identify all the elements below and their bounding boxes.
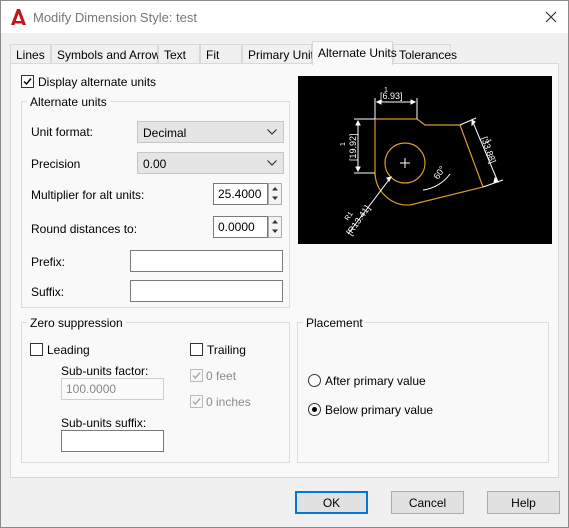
preview-geometry bbox=[374, 118, 484, 206]
dimension-preview: 1 [6.93] 1 [19.92] 1 [33.88] 60° R1 [R13… bbox=[298, 76, 552, 244]
tab-label: Alternate Units bbox=[318, 46, 397, 60]
placement-group-title: Placement bbox=[303, 316, 366, 330]
zero-suppression-group-title: Zero suppression bbox=[27, 316, 126, 330]
subunits-factor-label: Sub-units factor: bbox=[61, 364, 149, 378]
dialog-window: Modify Dimension Style: test Lines Symbo… bbox=[0, 0, 569, 528]
after-primary-value-radio[interactable] bbox=[308, 374, 321, 387]
title-bar: Modify Dimension Style: test bbox=[1, 1, 568, 33]
display-alternate-units-checkbox[interactable] bbox=[21, 75, 34, 88]
unit-format-label: Unit format: bbox=[31, 125, 94, 139]
preview-top-alt: [6.93] bbox=[380, 91, 403, 101]
after-primary-value-label: After primary value bbox=[325, 374, 426, 388]
zero-feet-label: 0 feet bbox=[206, 369, 237, 383]
spin-down-icon[interactable] bbox=[269, 194, 281, 203]
prefix-input[interactable] bbox=[130, 250, 283, 272]
help-button-label: Help bbox=[511, 496, 536, 510]
multiplier-input[interactable]: 25.4000 bbox=[213, 183, 268, 205]
multiplier-spinner[interactable] bbox=[268, 183, 282, 205]
tab-primary-units[interactable]: Primary Units bbox=[242, 44, 320, 64]
chevron-down-icon bbox=[267, 160, 277, 166]
suffix-input[interactable] bbox=[130, 280, 283, 302]
tab-symbols-and-arrows[interactable]: Symbols and Arrows bbox=[51, 44, 166, 64]
trailing-checkbox[interactable] bbox=[190, 343, 203, 356]
chevron-down-icon bbox=[267, 129, 277, 135]
tab-alternate-units[interactable]: Alternate Units bbox=[312, 41, 397, 65]
ok-button[interactable]: OK bbox=[295, 491, 368, 514]
precision-label: Precision bbox=[31, 157, 81, 171]
tab-label: Symbols and Arrows bbox=[57, 48, 167, 62]
tab-label: Lines bbox=[16, 48, 45, 62]
preview-left-value: 1 bbox=[340, 142, 347, 146]
window-title: Modify Dimension Style: test bbox=[33, 10, 198, 25]
help-button[interactable]: Help bbox=[487, 491, 560, 514]
preview-dimension-lines bbox=[347, 98, 504, 235]
tab-label: Fit bbox=[206, 48, 220, 62]
alternate-units-group-title: Alternate units bbox=[27, 95, 110, 109]
trailing-label: Trailing bbox=[207, 343, 246, 357]
radio-selected-dot bbox=[312, 407, 317, 412]
tab-label: Primary Units bbox=[248, 48, 321, 62]
preview-angle: 60° bbox=[431, 164, 447, 181]
prefix-label: Prefix: bbox=[31, 255, 66, 269]
tab-lines[interactable]: Lines bbox=[10, 44, 51, 64]
check-icon bbox=[192, 398, 201, 406]
check-icon bbox=[23, 78, 32, 86]
below-primary-value-label: Below primary value bbox=[325, 403, 434, 417]
autocad-app-icon bbox=[11, 9, 26, 25]
ok-button-label: OK bbox=[322, 496, 341, 510]
tab-fit[interactable]: Fit bbox=[200, 44, 242, 64]
leading-checkbox[interactable] bbox=[30, 343, 43, 356]
round-distances-input[interactable]: 0.0000 bbox=[213, 216, 268, 238]
round-distances-value: 0.0000 bbox=[218, 220, 255, 234]
subunits-factor-input[interactable]: 100.0000 bbox=[61, 378, 164, 400]
preview-left-alt: [19.92] bbox=[348, 133, 358, 161]
tab-text[interactable]: Text bbox=[158, 44, 200, 64]
tab-label: Text bbox=[164, 48, 187, 62]
spin-down-icon[interactable] bbox=[269, 227, 281, 236]
multiplier-value: 25.4000 bbox=[218, 187, 262, 201]
unit-format-select[interactable]: Decimal bbox=[137, 121, 284, 143]
spin-up-icon[interactable] bbox=[269, 217, 281, 226]
zero-feet-checkbox[interactable] bbox=[190, 369, 203, 382]
spin-up-icon[interactable] bbox=[269, 184, 281, 193]
round-distances-label: Round distances to: bbox=[31, 222, 138, 236]
tab-label: Tolerances bbox=[399, 48, 458, 62]
subunits-suffix-input[interactable] bbox=[61, 430, 164, 452]
tab-tolerances[interactable]: Tolerances bbox=[393, 44, 457, 64]
suffix-label: Suffix: bbox=[31, 285, 65, 299]
display-alternate-units-label: Display alternate units bbox=[38, 75, 157, 89]
cancel-button-label: Cancel bbox=[408, 496, 447, 510]
leading-label: Leading bbox=[47, 343, 90, 357]
below-primary-value-radio[interactable] bbox=[308, 403, 321, 416]
zero-inches-label: 0 inches bbox=[206, 395, 251, 409]
cancel-button[interactable]: Cancel bbox=[391, 491, 464, 514]
subunits-factor-value: 100.0000 bbox=[66, 382, 117, 396]
unit-format-value: Decimal bbox=[143, 126, 187, 140]
precision-value: 0.00 bbox=[143, 157, 167, 171]
check-icon bbox=[192, 372, 201, 380]
subunits-suffix-label: Sub-units suffix: bbox=[61, 416, 147, 430]
close-icon[interactable] bbox=[541, 7, 561, 27]
multiplier-label: Multiplier for alt units: bbox=[31, 188, 145, 202]
preview-right-alt: [33.88] bbox=[479, 135, 498, 164]
round-distances-spinner[interactable] bbox=[268, 216, 282, 238]
precision-select[interactable]: 0.00 bbox=[137, 152, 284, 174]
placement-group bbox=[297, 322, 549, 463]
zero-inches-checkbox[interactable] bbox=[190, 395, 203, 408]
